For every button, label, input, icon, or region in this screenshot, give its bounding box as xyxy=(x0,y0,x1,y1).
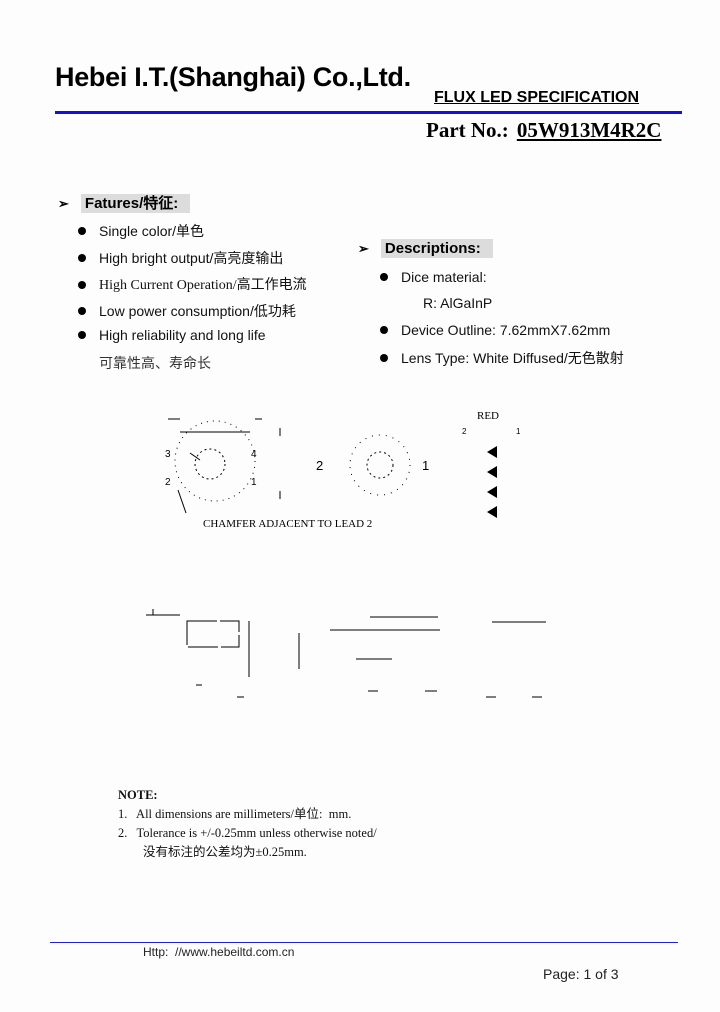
description-item: Lens Type: White Diffused/无色散射 xyxy=(380,348,624,368)
lens-circle xyxy=(366,451,394,479)
dimension-views xyxy=(146,609,546,698)
led-symbols xyxy=(487,446,497,518)
arrow-bullet-icon: ➢ xyxy=(58,196,69,211)
spec-title: FLUX LED SPECIFICATION xyxy=(434,89,640,106)
body-outline xyxy=(186,620,240,648)
description-text: Lens Type: White Diffused/无色散射 xyxy=(401,350,624,366)
lead-label: 2 xyxy=(165,477,171,488)
circuit-pin: 1 xyxy=(516,427,521,436)
chamfer-note: CHAMFER ADJACENT TO LEAD 2 xyxy=(203,518,372,530)
circuit-pin: 2 xyxy=(462,427,467,436)
note-item: 1. All dimensions are millimeters/单位: mm… xyxy=(118,807,352,821)
bullet-icon xyxy=(78,307,86,316)
description-text: Dice material: xyxy=(401,269,487,285)
notes-section: NOTE: 1. All dimensions are millimeters/… xyxy=(118,786,377,862)
part-number-line: Part No.: 05W913M4R2C xyxy=(426,118,661,143)
website-url: Http: //www.hebeiltd.com.cn xyxy=(143,945,295,959)
features-heading: ➢ Fatures/特征: xyxy=(58,192,191,213)
header-divider xyxy=(55,111,682,114)
page-number: Page: 1 of 3 xyxy=(543,966,619,982)
top-view xyxy=(168,418,281,514)
bullet-icon xyxy=(78,254,86,263)
description-item: Dice material: xyxy=(380,269,487,285)
description-item: Device Outline: 7.62mmX7.62mm xyxy=(380,322,610,338)
led-diode-icon xyxy=(487,486,497,498)
descriptions-heading: ➢ Descriptions: xyxy=(358,239,493,258)
feature-item: High Current Operation/高工作电流 xyxy=(78,274,307,294)
part-number-label: Part No.: xyxy=(426,118,509,142)
arrow-bullet-icon: ➢ xyxy=(358,241,369,256)
led-diode-icon xyxy=(487,506,497,518)
side-label: 2 xyxy=(316,458,323,473)
note-item: 2. Tolerance is +/-0.25mm unless otherwi… xyxy=(118,826,377,840)
description-text: Device Outline: 7.62mmX7.62mm xyxy=(401,322,611,338)
part-number-value: 05W913M4R2C xyxy=(516,118,662,142)
bullet-icon xyxy=(380,326,388,335)
company-name: Hebei I.T.(Shanghai) Co.,Ltd. xyxy=(55,62,411,92)
bullet-icon xyxy=(78,331,86,340)
chamfer-marker xyxy=(189,452,201,461)
chamfer-leader xyxy=(177,489,187,514)
feature-item: Single color/单色 xyxy=(78,221,204,241)
lead-label: 1 xyxy=(251,477,257,488)
feature-continuation: 可靠性高、寿命长 xyxy=(99,355,211,371)
descriptions-heading-label: Descriptions: xyxy=(380,239,493,258)
lens-circle xyxy=(194,448,226,480)
led-diode-icon xyxy=(487,446,497,458)
package-drawing: 3 4 2 1 2 1 CHAMFER ADJACENT TO LEAD 2 R… xyxy=(146,410,546,698)
led-diode-icon xyxy=(487,466,497,478)
circuit-color-label: RED xyxy=(477,410,499,422)
bullet-icon xyxy=(78,280,86,289)
feature-item: Low power consumption/低功耗 xyxy=(78,301,296,321)
bullet-icon xyxy=(380,273,388,282)
body-outline xyxy=(349,434,411,496)
features-heading-label: Fatures/特征: xyxy=(80,194,191,213)
feature-text: Single color/单色 xyxy=(99,223,205,239)
feature-text: High reliability and long life xyxy=(99,327,266,343)
feature-text: Low power consumption/低功耗 xyxy=(99,303,296,319)
side-view xyxy=(349,434,411,496)
footer-divider xyxy=(50,942,678,943)
feature-text: High Current Operation/高工作电流 xyxy=(99,278,307,293)
side-label: 1 xyxy=(422,458,429,473)
feature-item: High reliability and long life xyxy=(78,327,266,343)
lead-label: 3 xyxy=(165,449,171,460)
feature-text: High bright output/高亮度输出 xyxy=(99,250,284,266)
note-continuation: 没有标注的公差均为±0.25mm. xyxy=(143,845,307,859)
description-subitem: R: AlGaInP xyxy=(423,295,493,311)
feature-item: High bright output/高亮度输出 xyxy=(78,248,283,268)
note-heading: NOTE: xyxy=(118,788,158,802)
body-outline xyxy=(174,420,256,502)
bullet-icon xyxy=(78,227,86,236)
lead-label: 4 xyxy=(251,449,257,460)
bullet-icon xyxy=(380,354,388,363)
